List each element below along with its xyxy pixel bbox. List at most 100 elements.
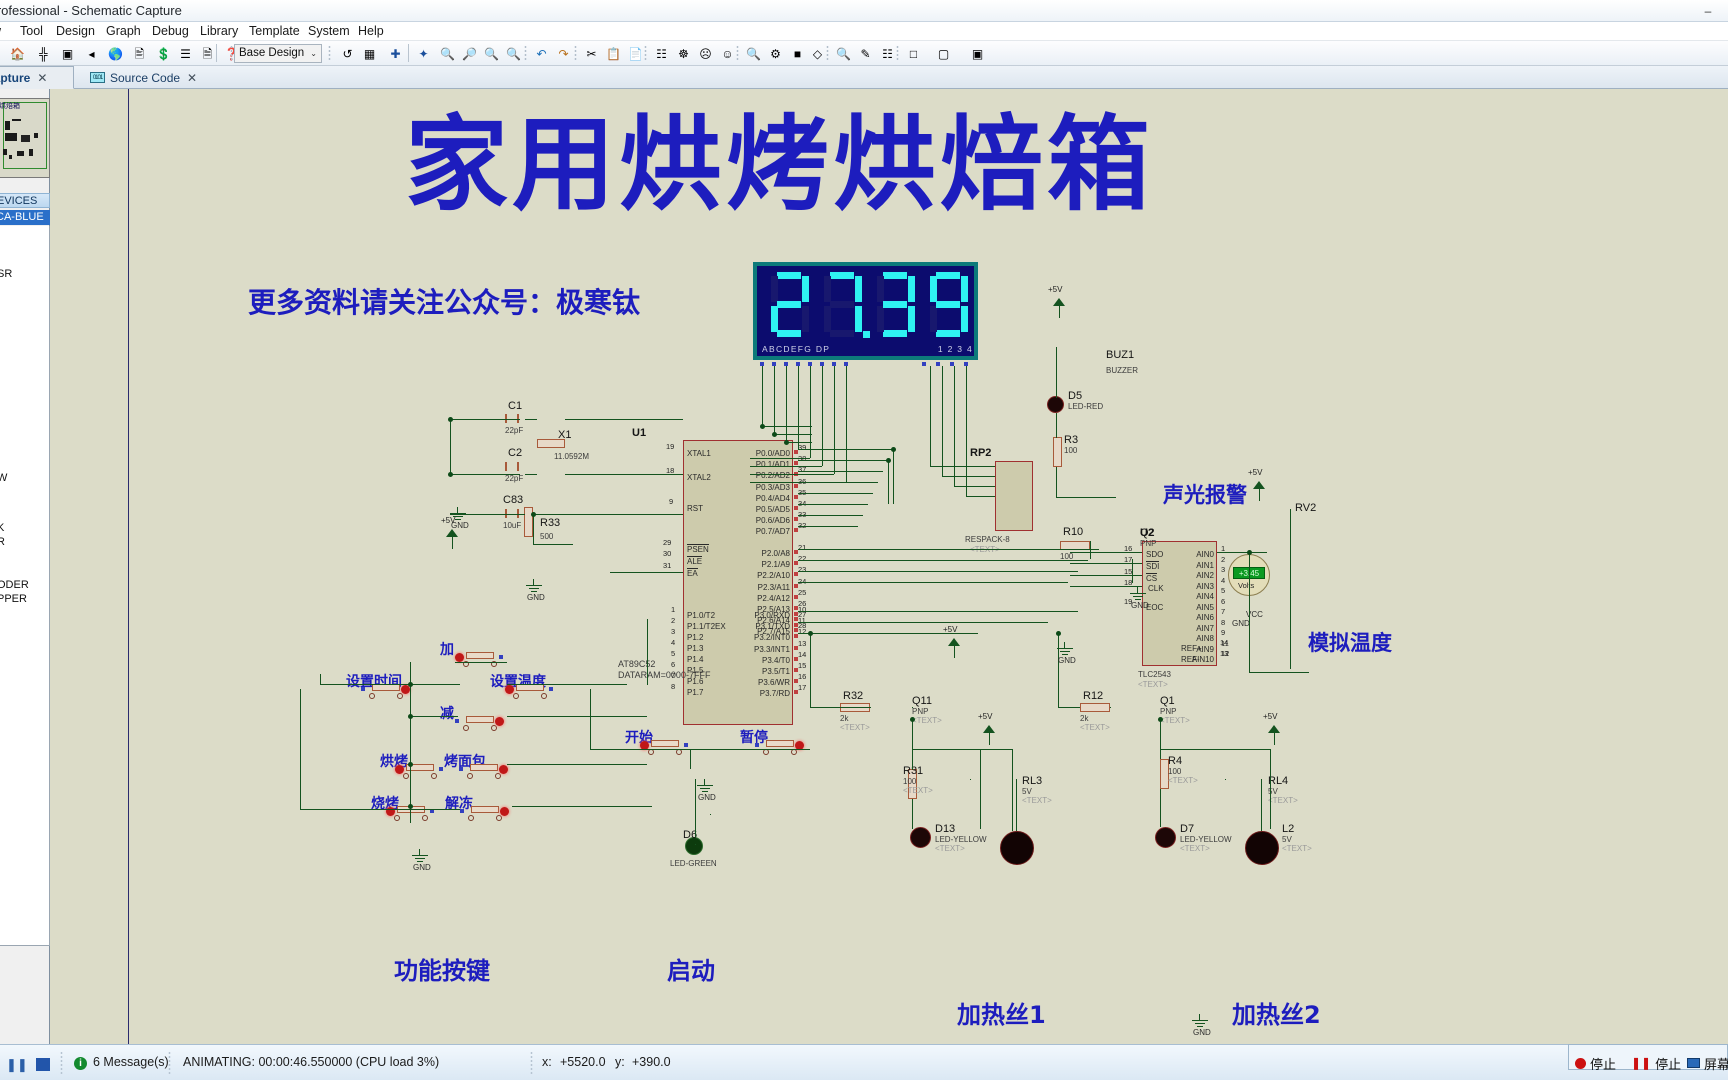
base-design-selector[interactable]: Base Design ⌄ — [234, 44, 322, 63]
stop-button[interactable]: 停止 — [1575, 1053, 1616, 1073]
push-button-switch[interactable] — [395, 764, 447, 780]
pick-device-icon[interactable]: 🔍 — [744, 44, 763, 63]
device-item-0[interactable]: SR — [0, 268, 12, 280]
heater1-motor[interactable] — [1000, 831, 1034, 865]
device-item-5[interactable]: PPER — [0, 593, 27, 605]
tab-source-code[interactable]: 0101 Source Code ✕ — [84, 66, 203, 89]
new-sheet-icon[interactable]: □ — [904, 44, 923, 63]
property-icon[interactable]: ✎ — [856, 44, 875, 63]
section-label-heater2: 加热丝2 — [1232, 1001, 1321, 1029]
origin-icon[interactable]: ✚ — [386, 44, 405, 63]
decompose-icon[interactable]: ◇ — [808, 44, 827, 63]
wire-segment — [798, 611, 1078, 612]
schematic-canvas[interactable]: 家用烘烤烘焙箱 更多资料请关注公众号：极寒钛 ABCDEFG DP 1 2 3 … — [50, 89, 1728, 1044]
report-icon[interactable]: 🗎 — [198, 44, 217, 63]
remove-sheet-icon[interactable]: ▢ — [934, 44, 953, 63]
d13-led[interactable] — [910, 827, 931, 848]
make-device-icon[interactable]: ⚙ — [766, 44, 785, 63]
undo-icon[interactable]: ↶ — [532, 44, 551, 63]
device-item-1[interactable]: W — [0, 472, 7, 484]
sheet-icon[interactable]: 🖹 — [130, 44, 149, 63]
wire-segment — [798, 460, 888, 461]
device-item-4[interactable]: ODER — [0, 579, 29, 591]
push-button-switch[interactable] — [455, 716, 507, 732]
push-button-switch[interactable] — [755, 740, 807, 756]
menu-item-view[interactable]: w — [0, 24, 1, 38]
zoom-in-icon[interactable]: 🔍 — [438, 44, 457, 63]
u2-text: <TEXT> — [1138, 680, 1168, 689]
u2-pinnum-7: 7 — [1221, 607, 1226, 616]
netlist-icon[interactable]: ☰ — [176, 44, 195, 63]
power-rail-symbol: +5V — [1263, 712, 1291, 745]
pan-icon[interactable]: ✦ — [414, 44, 433, 63]
pause-sim-icon[interactable]: ❚❚ — [6, 1057, 28, 1073]
wire-segment — [1290, 509, 1291, 669]
devices-list[interactable]: SR W K R ODER PPER — [0, 226, 50, 946]
push-button-switch[interactable] — [361, 684, 413, 700]
r4-value: 100 — [1168, 767, 1182, 776]
push-button-switch[interactable] — [455, 652, 507, 668]
wire-segment — [888, 460, 889, 504]
menu-item-debug[interactable]: Debug — [152, 24, 189, 38]
exit-sheet-icon[interactable]: ▣ — [968, 44, 987, 63]
design-explorer-icon[interactable]: ☷ — [878, 44, 897, 63]
device-selected-item[interactable]: CA-BLUE — [0, 210, 50, 225]
copy-icon[interactable]: 📋 — [604, 44, 623, 63]
r3-resistor[interactable] — [1053, 437, 1062, 467]
d7-led[interactable] — [1155, 827, 1176, 848]
wire-label-icon[interactable]: 🔍 — [834, 44, 853, 63]
menu-item-template[interactable]: Template — [249, 24, 300, 38]
display-digits — [763, 268, 976, 342]
menu-item-graph[interactable]: Graph — [106, 24, 141, 38]
messages-count[interactable]: 6 Message(s) — [93, 1055, 169, 1069]
minimize-icon[interactable]: – — [1690, 0, 1726, 22]
block-rotate-icon[interactable]: ☹ — [696, 44, 715, 63]
zoom-all-icon[interactable]: 🔍 — [504, 44, 523, 63]
block-copy-icon[interactable]: ☷ — [652, 44, 671, 63]
close-icon[interactable]: ✕ — [187, 71, 197, 85]
menu-item-design[interactable]: Design — [56, 24, 95, 38]
d5-led[interactable] — [1047, 396, 1064, 413]
menu-item-help[interactable]: Help — [358, 24, 384, 38]
bom-icon[interactable]: 💲 — [154, 44, 173, 63]
home-icon[interactable]: 🏠 — [8, 44, 27, 63]
block-move-icon[interactable]: ☸ — [674, 44, 693, 63]
u1-pin-p0-3-ad3: P0.3/AD3 — [755, 482, 790, 492]
q11-value: PNP — [912, 707, 929, 716]
r12-resistor[interactable] — [1080, 703, 1110, 712]
device-item-3[interactable]: R — [0, 536, 5, 548]
refresh-icon[interactable]: ↺ — [338, 44, 357, 63]
redo-icon[interactable]: ↷ — [554, 44, 573, 63]
wire-segment — [1070, 552, 1142, 553]
d5-value: LED-RED — [1068, 402, 1104, 411]
heater2-motor[interactable] — [1245, 831, 1279, 865]
push-button-switch[interactable] — [640, 740, 692, 756]
paste-icon[interactable]: 📄 — [626, 44, 645, 63]
cut-icon[interactable]: ✂ — [582, 44, 601, 63]
hierarchy-icon[interactable]: ╬ — [34, 44, 53, 63]
device-item-2[interactable]: K — [0, 522, 4, 534]
menu-item-tool[interactable]: Tool — [20, 24, 43, 38]
block-delete-icon[interactable]: ☺ — [718, 44, 737, 63]
sheet-overview-thumbnail[interactable]: 烘焙箱 — [0, 98, 50, 178]
stop-sim-icon[interactable] — [36, 1058, 50, 1071]
push-button-switch[interactable] — [459, 764, 511, 780]
screen-button[interactable]: 屏幕 — [1687, 1053, 1728, 1073]
package-icon[interactable]: ■ — [788, 44, 807, 63]
zoom-area-icon[interactable]: 🔍 — [482, 44, 501, 63]
close-icon[interactable]: ✕ — [37, 71, 47, 85]
grid-icon[interactable]: ▦ — [360, 44, 379, 63]
wire-segment — [1132, 559, 1133, 583]
ic-rp2-body[interactable] — [995, 461, 1033, 531]
globe-icon[interactable]: 🌎 — [106, 44, 125, 63]
menu-item-library[interactable]: Library — [200, 24, 238, 38]
zoom-out-icon[interactable]: 🔎 — [460, 44, 479, 63]
back-arrow-icon[interactable]: ◂ — [82, 44, 101, 63]
push-button-switch[interactable] — [460, 806, 512, 822]
chip-icon[interactable]: ▣ — [58, 44, 77, 63]
tab-schematic-capture[interactable]: Capture ✕ — [0, 66, 74, 89]
push-button-switch[interactable] — [505, 684, 557, 700]
menu-item-system[interactable]: System — [308, 24, 350, 38]
pause-button[interactable]: ❚❚ 停止 — [1631, 1053, 1681, 1073]
u1-pin-psen: PSEN — [687, 544, 709, 554]
